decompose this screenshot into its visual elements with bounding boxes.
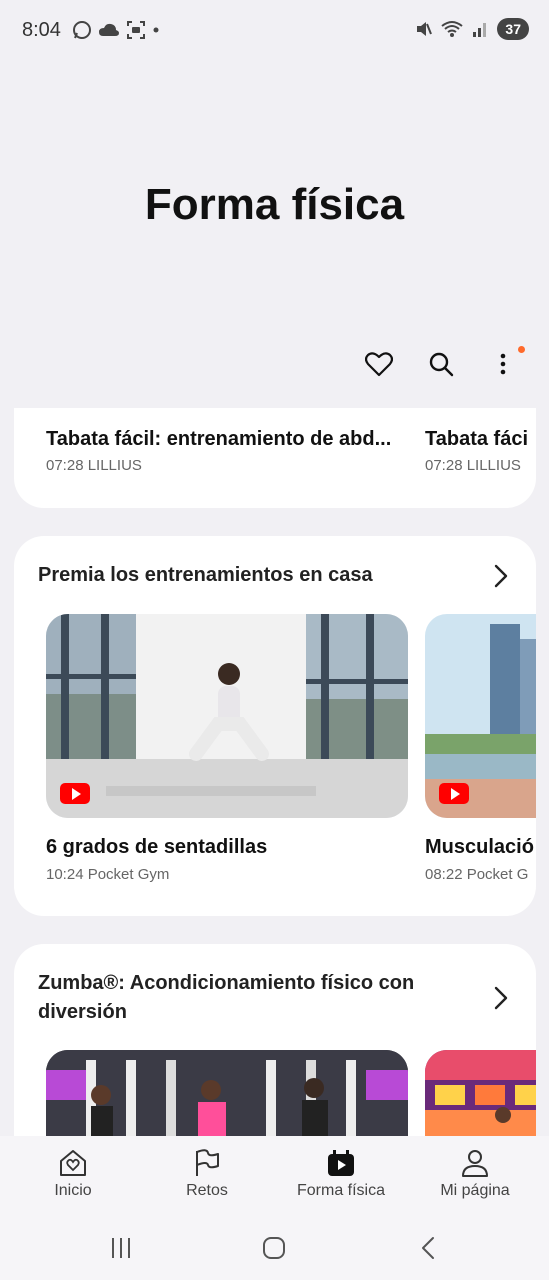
nav-item-inicio[interactable]: Inicio [13, 1148, 133, 1200]
video-title: Tabata fácil: entrenamiento de abd... [46, 428, 392, 450]
search-button[interactable] [425, 348, 457, 380]
flag-icon [196, 1149, 219, 1176]
nav-item-label: Forma física [296, 1182, 385, 1199]
video-meta: 07:28 LILLIUS [46, 457, 142, 474]
content-scroll-area[interactable]: Tabata fácil: entrenamiento de abd... 07… [0, 408, 549, 1136]
nav-item-mi-pagina[interactable]: Mi página [415, 1148, 535, 1200]
cloud-icon [99, 23, 119, 36]
toolbar [363, 346, 525, 380]
status-time: 8:04 [22, 19, 61, 41]
favorites-button[interactable] [363, 348, 395, 380]
chevron-right-icon[interactable] [494, 564, 508, 588]
status-bar: 8:04 37 [0, 0, 549, 60]
video-thumbnail[interactable] [425, 1050, 536, 1136]
more-options-button[interactable] [487, 346, 525, 380]
video-meta: 07:28 LILLIUS [425, 457, 521, 474]
signal-icon [473, 23, 487, 37]
whatsapp-icon [73, 21, 91, 39]
status-right-icons: 37 [415, 18, 529, 40]
battery-badge: 37 [497, 18, 529, 40]
video-title[interactable]: 6 grados de sentadillas [46, 836, 267, 859]
recent-workouts-card: Tabata fácil: entrenamiento de abd... 07… [14, 408, 536, 508]
dot-icon [153, 27, 159, 33]
nav-item-retos[interactable]: Retos [147, 1148, 267, 1200]
home-workouts-section: Premia los entrenamientos en casa 6 grad… [14, 536, 536, 916]
home-icon[interactable] [262, 1236, 286, 1260]
list-item[interactable]: Tabata fáci 07:28 LILLIUS [425, 428, 528, 474]
video-thumbnail[interactable] [46, 1050, 408, 1136]
recent-apps-icon[interactable] [110, 1236, 132, 1260]
video-meta: 10:24 Pocket Gym [46, 866, 170, 883]
mute-icon [417, 22, 433, 36]
squat-thumbnail-image [46, 614, 408, 818]
search-icon [429, 352, 454, 377]
wifi-icon [441, 21, 464, 37]
zumba-thumbnail-image [425, 1050, 536, 1136]
video-meta: 08:22 Pocket G [425, 866, 529, 883]
section-title-line2: diversión [38, 1001, 127, 1023]
chevron-right-icon[interactable] [494, 986, 508, 1010]
zumba-thumbnail-image [46, 1050, 408, 1136]
nav-item-forma-fisica[interactable]: Forma física [281, 1148, 401, 1200]
nav-item-label: Inicio [54, 1182, 92, 1199]
video-title[interactable]: Musculació [425, 836, 534, 859]
video-title: Tabata fáci [425, 428, 528, 450]
video-thumbnail[interactable] [46, 614, 408, 818]
status-left-icons [72, 20, 160, 40]
bottom-navigation: Inicio Retos Forma física Mi página [0, 1136, 549, 1220]
section-title: Zumba®: Acondicionamiento físico con div… [38, 969, 414, 1027]
page-title: Forma física [144, 180, 405, 229]
video-thumbnail[interactable] [425, 614, 536, 818]
system-navigation-bar [0, 1220, 549, 1280]
heart-icon [365, 352, 393, 377]
nav-item-label: Mi página [440, 1182, 510, 1199]
person-icon [462, 1150, 488, 1177]
notification-dot [518, 346, 525, 353]
list-item[interactable]: Tabata fácil: entrenamiento de abd... 07… [46, 428, 391, 474]
section-title: Premia los entrenamientos en casa [38, 564, 373, 586]
youtube-icon [439, 783, 469, 804]
nav-item-label: Retos [186, 1182, 228, 1199]
section-title-line1: Zumba®: Acondicionamiento físico con [38, 972, 415, 994]
back-icon[interactable] [420, 1236, 436, 1260]
more-vert-icon [500, 353, 506, 375]
fitness-play-icon [328, 1150, 354, 1176]
youtube-icon [60, 783, 90, 804]
home-heart-icon [60, 1150, 86, 1176]
zumba-section: Zumba®: Acondicionamiento físico con div… [14, 944, 536, 1136]
screenshot-icon [127, 21, 145, 39]
